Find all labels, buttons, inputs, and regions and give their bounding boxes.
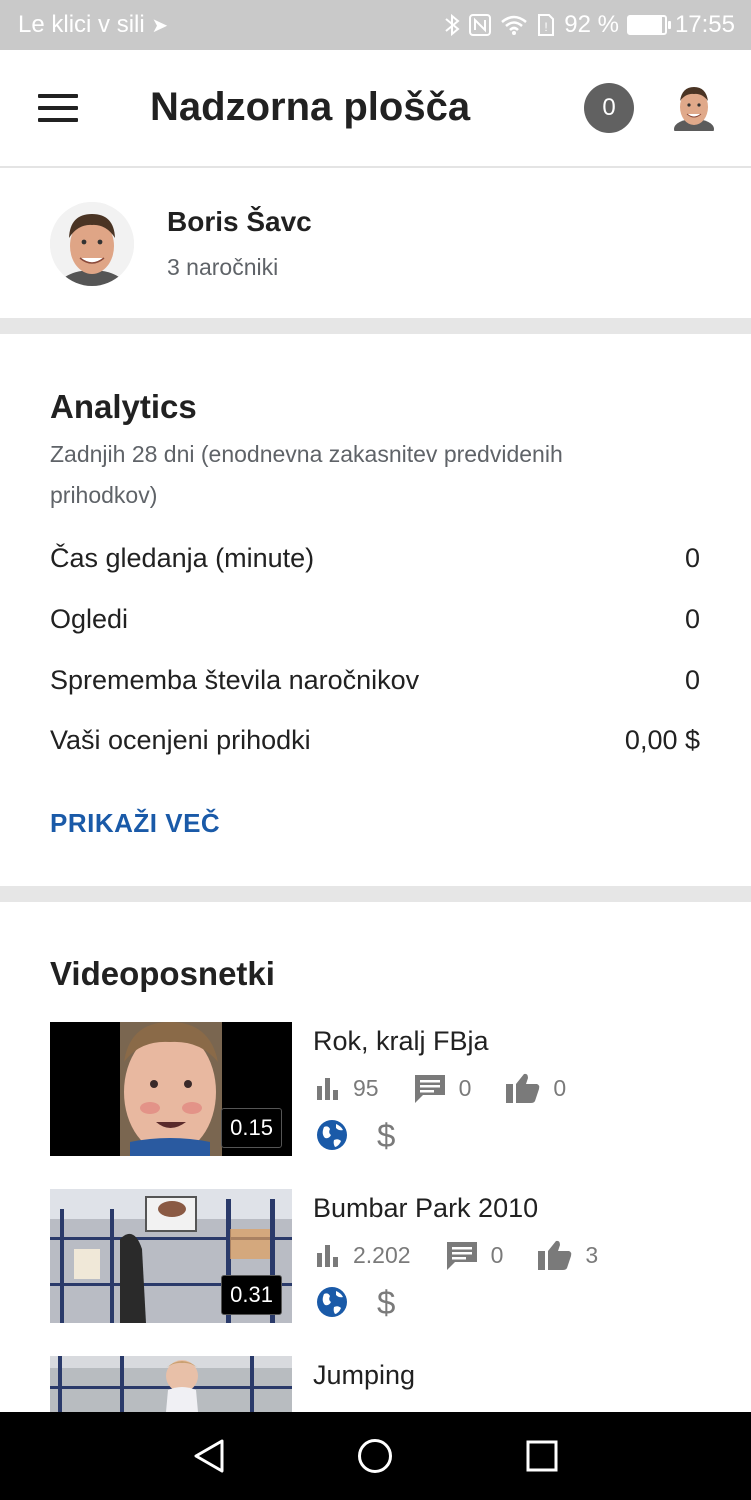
metric-row-views: Ogledi 0: [50, 599, 700, 639]
metric-row-watch-time: Čas gledanja (minute) 0: [50, 538, 700, 578]
status-icons: ! 92 % 17:55: [444, 11, 735, 39]
analytics-subtitle: Zadnjih 28 dni (enodnevna zakasnitev pre…: [50, 441, 563, 508]
video-flags: $: [315, 1118, 395, 1152]
metric-label: Sprememba števila naročnikov: [50, 664, 420, 695]
video-thumbnail[interactable]: 0.31: [50, 1189, 292, 1323]
metric-value: 0: [684, 664, 700, 695]
likes-count: 3: [585, 1241, 599, 1268]
notification-badge[interactable]: 0: [584, 83, 634, 133]
battery-icon: [626, 15, 671, 35]
avatar[interactable]: [672, 83, 716, 131]
likes-stat: 3: [537, 1239, 598, 1271]
home-icon[interactable]: [357, 1438, 393, 1474]
comment-icon: [446, 1242, 477, 1270]
metric-label: Čas gledanja (minute): [50, 542, 315, 573]
comments-count: 0: [490, 1241, 504, 1268]
video-title[interactable]: Rok, kralj FBja: [313, 1026, 489, 1057]
bluetooth-icon: [445, 13, 460, 37]
status-bar: Le klici v sili ➤ ! 92 % 17:55: [0, 0, 751, 50]
thumbs-up-icon: [506, 1073, 540, 1103]
views-stat: 2.202: [315, 1242, 411, 1269]
monetization-icon: $: [377, 1283, 396, 1321]
wifi-icon: [501, 15, 528, 35]
video-stats: 2.202 0 3: [315, 1239, 632, 1271]
carrier-label: Le klici v sili ➤: [18, 11, 169, 38]
signal-arrow-icon: ➤: [151, 15, 169, 37]
globe-icon: [317, 1287, 347, 1317]
metric-label: Ogledi: [50, 603, 129, 634]
svg-text:!: !: [545, 20, 548, 34]
thumbs-up-icon: [538, 1240, 572, 1270]
metric-row-subscriber-change: Sprememba števila naročnikov 0: [50, 660, 700, 700]
analytics-title: Analytics: [50, 388, 197, 425]
sim-icon: !: [538, 14, 555, 36]
nfc-icon: [469, 14, 492, 36]
video-item[interactable]: 0.31 Bumbar Park 2010 2.202 0 3 $: [50, 1189, 710, 1323]
video-flags: $: [315, 1285, 395, 1319]
videos-title: Videoposnetki: [50, 955, 275, 992]
profile-photo: [50, 202, 134, 286]
comment-icon: [414, 1075, 445, 1103]
section-divider: [0, 886, 751, 902]
video-title[interactable]: Bumbar Park 2010: [313, 1193, 538, 1224]
recents-icon[interactable]: [525, 1439, 559, 1473]
channel-profile[interactable]: Boris Šavc 3 naročniki: [0, 168, 751, 318]
metric-label: Vaši ocenjeni prihodki: [50, 724, 311, 755]
comments-stat: 0: [413, 1073, 472, 1103]
views-stat: 95: [315, 1075, 379, 1102]
metric-row-revenue: Vaši ocenjeni prihodki 0,00 $: [50, 720, 700, 760]
likes-count: 0: [553, 1074, 567, 1101]
views-count: 2.202: [353, 1241, 411, 1268]
video-thumbnail[interactable]: 0.15: [50, 1022, 292, 1156]
video-stats: 95 0 0: [315, 1072, 600, 1104]
channel-name: Boris Šavc: [167, 206, 312, 237]
monetization-icon: $: [377, 1116, 396, 1154]
section-divider: [0, 318, 751, 334]
metric-value: 0,00 $: [624, 724, 700, 755]
subscriber-count: 3 naročniki: [167, 254, 279, 280]
show-more-button[interactable]: PRIKAŽI VEČ: [50, 808, 220, 839]
back-icon[interactable]: [192, 1438, 226, 1474]
views-count: 95: [353, 1074, 379, 1101]
channel-avatar: [50, 202, 134, 286]
page-title: Nadzorna plošča: [150, 85, 471, 129]
bar-chart-icon: [317, 1078, 338, 1100]
system-nav-bar: [0, 1412, 751, 1500]
video-duration: 0.15: [221, 1108, 282, 1148]
video-title[interactable]: Jumping: [313, 1360, 415, 1391]
globe-icon: [317, 1120, 347, 1150]
metric-value: 0: [684, 603, 700, 634]
comments-stat: 0: [445, 1240, 504, 1270]
comments-count: 0: [458, 1074, 472, 1101]
clock: 17:55: [674, 11, 735, 38]
metric-value: 0: [684, 542, 700, 573]
battery-percent: 92 %: [564, 11, 619, 38]
video-duration: 0.31: [221, 1275, 282, 1315]
bar-chart-icon: [317, 1245, 338, 1267]
video-item[interactable]: 0.15 Rok, kralj FBja 95 0 0 $: [50, 1022, 710, 1156]
likes-stat: 0: [505, 1072, 566, 1104]
menu-icon[interactable]: [38, 94, 78, 122]
app-bar: Nadzorna plošča 0: [0, 50, 751, 168]
